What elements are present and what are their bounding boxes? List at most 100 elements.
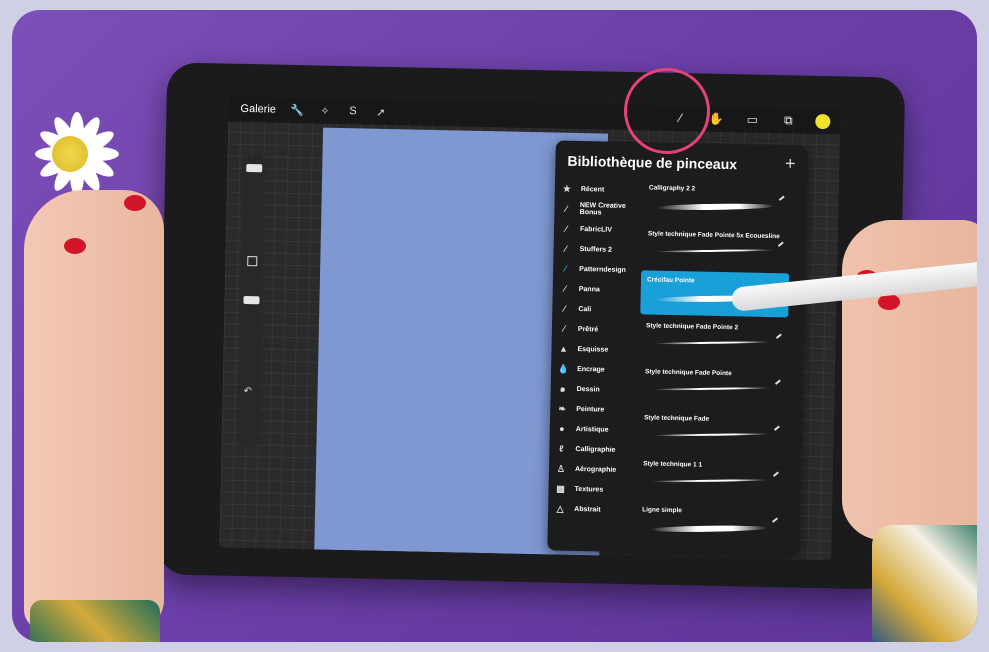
brush-size-slider[interactable] xyxy=(246,164,263,173)
category-item[interactable]: ⁄ Panna xyxy=(557,279,645,301)
category-label: Patterndesign xyxy=(579,265,626,274)
photo-background: Galerie 🔧 ✧ S ➚ ∕ ✋ ▭ ⧉ ↶ Bibliothèque d… xyxy=(12,10,977,642)
category-item[interactable]: ℓ Calligraphie xyxy=(553,438,641,460)
category-item[interactable]: 💧 Encrage xyxy=(555,359,643,381)
category-label: Panna xyxy=(578,285,600,293)
magic-wand-icon[interactable]: ✧ xyxy=(318,103,332,117)
wrench-icon[interactable]: 🔧 xyxy=(290,103,304,117)
category-label: Cali xyxy=(578,305,592,313)
category-item[interactable]: △ Abstrait xyxy=(552,498,640,520)
category-item[interactable]: ⁄ Prêtré xyxy=(556,319,644,341)
left-sleeve xyxy=(30,600,160,642)
brush-preview-stroke xyxy=(651,432,770,437)
brush-name: Style technique Fade Pointe xyxy=(644,368,732,378)
move-arrow-icon[interactable]: ➚ xyxy=(374,105,388,119)
opacity-slider[interactable] xyxy=(243,295,260,305)
calligraphy-icon: ℓ xyxy=(559,443,564,454)
category-item[interactable]: ★ Récent xyxy=(559,179,647,201)
category-label: Dessin xyxy=(576,385,600,393)
brush-stroke-icon: ⁄ xyxy=(563,283,566,294)
category-label: Textures xyxy=(574,485,604,494)
category-label: FabricLIV xyxy=(579,225,613,234)
brush-name: Ligne simple xyxy=(642,506,682,515)
left-hand xyxy=(24,190,164,630)
brush-preview-stroke xyxy=(649,524,768,533)
category-label: Abstrait xyxy=(574,505,601,513)
category-item[interactable]: ● Artistique xyxy=(554,419,642,441)
gallery-button[interactable]: Galerie xyxy=(240,103,276,116)
spiral-icon: ๑ xyxy=(559,383,566,394)
fingernail xyxy=(878,294,900,310)
fingernail xyxy=(64,238,86,254)
category-item[interactable]: ⁄ FabricLIV xyxy=(558,219,646,241)
category-label: Esquisse xyxy=(577,345,609,354)
modify-button[interactable] xyxy=(247,256,258,267)
category-item[interactable]: ♙ Aérographie xyxy=(553,458,641,480)
category-label: Peinture xyxy=(576,405,605,414)
category-item[interactable]: ▲ Esquisse xyxy=(555,339,643,361)
color-swatch[interactable] xyxy=(815,113,831,129)
palette-icon: ● xyxy=(559,423,565,434)
daisy-flower xyxy=(26,102,126,202)
selection-s-icon[interactable]: S xyxy=(346,104,360,118)
brush-preview-stroke xyxy=(656,203,775,211)
category-label: Aérographie xyxy=(574,465,617,474)
brush-preview-stroke xyxy=(652,386,771,391)
airbrush-icon: ♙ xyxy=(556,463,566,474)
brush-stroke-icon: ⁄ xyxy=(563,303,566,314)
brush-name: Style technique 1 1 xyxy=(643,460,703,469)
category-label: Calligraphie xyxy=(575,445,616,454)
add-brush-button[interactable]: + xyxy=(785,153,796,174)
ipad-device: Galerie 🔧 ✧ S ➚ ∕ ✋ ▭ ⧉ ↶ Bibliothèque d… xyxy=(156,62,906,590)
brush-name: Style technique Fade Pointe 5x Ecoueslin… xyxy=(647,230,780,241)
brush-library-panel: Bibliothèque de pinceaux + ★ Récent ⁄ NEW … xyxy=(547,140,808,556)
brush-stroke-icon: ⁄ xyxy=(564,243,567,254)
brush-preview-stroke xyxy=(655,249,774,253)
category-label: Encrage xyxy=(577,365,605,374)
category-item[interactable]: ๑ Dessin xyxy=(554,379,642,401)
undo-icon[interactable]: ↶ xyxy=(243,386,252,397)
category-label: Artistique xyxy=(575,425,609,434)
brush-name: Crécifau Pointe xyxy=(646,276,695,285)
panel-title: Bibliothèque de pinceaux xyxy=(567,152,738,173)
category-item-active[interactable]: ⁄ Patterndesign xyxy=(557,259,645,281)
category-item[interactable]: ❧ Peinture xyxy=(554,399,642,421)
grid-icon: ▦ xyxy=(556,483,565,494)
category-item[interactable]: ⁄ Cali xyxy=(556,299,644,321)
brush-name: Style technique Fade xyxy=(644,414,710,423)
brush-preview-stroke xyxy=(653,340,772,345)
brush-list: Calligraphy 2 2 Style technique Fade Poi… xyxy=(635,178,791,549)
brush-item[interactable]: Style technique Fade xyxy=(637,408,786,455)
brush-name: Style technique Fade Pointe 2 xyxy=(645,322,739,332)
star-icon: ★ xyxy=(562,183,572,194)
brush-options-icon xyxy=(773,425,780,431)
category-item[interactable]: ⁄ NEW Creative Bonus xyxy=(558,199,646,221)
left-sidebar: ↶ xyxy=(237,155,266,447)
brush-name: Calligraphy 2 2 xyxy=(648,184,696,193)
brush-item[interactable]: Style technique Fade Pointe 5x Ecoueslin… xyxy=(641,224,790,271)
right-sleeve xyxy=(872,525,977,642)
category-label: Récent xyxy=(580,185,605,194)
brush-stroke-icon: ⁄ xyxy=(563,323,565,334)
category-item[interactable]: ⁄ Stuffers 2 xyxy=(557,239,645,261)
paint-brush-icon: ❧ xyxy=(558,403,567,414)
procreate-screen: Galerie 🔧 ✧ S ➚ ∕ ✋ ▭ ⧉ ↶ Bibliothèque d… xyxy=(219,95,841,561)
category-label: Stuffers 2 xyxy=(579,245,612,254)
eraser-icon[interactable]: ▭ xyxy=(743,110,761,128)
pencil-icon: ▲ xyxy=(558,343,569,354)
brush-item[interactable]: Style technique Fade Pointe 2 xyxy=(639,316,788,363)
triangle-icon: △ xyxy=(556,503,564,514)
ink-drop-icon: 💧 xyxy=(557,363,569,374)
brush-stroke-icon: ⁄ xyxy=(565,203,567,214)
brush-item[interactable]: Ligne simple xyxy=(635,500,784,547)
brush-options-icon xyxy=(777,241,784,247)
category-list: ★ Récent ⁄ NEW Creative Bonus ⁄ FabricLIV ⁄… xyxy=(552,179,647,521)
brush-item[interactable]: Calligraphy 2 2 xyxy=(642,178,791,225)
category-item[interactable]: ▦ Textures xyxy=(552,478,640,500)
brush-options-icon xyxy=(775,333,782,339)
brush-item[interactable]: Style technique 1 1 xyxy=(636,454,785,501)
layers-icon[interactable]: ⧉ xyxy=(779,111,797,129)
brush-item[interactable]: Style technique Fade Pointe xyxy=(638,362,787,409)
fingernail xyxy=(124,195,146,211)
brush-stroke-icon: ⁄ xyxy=(565,223,567,234)
